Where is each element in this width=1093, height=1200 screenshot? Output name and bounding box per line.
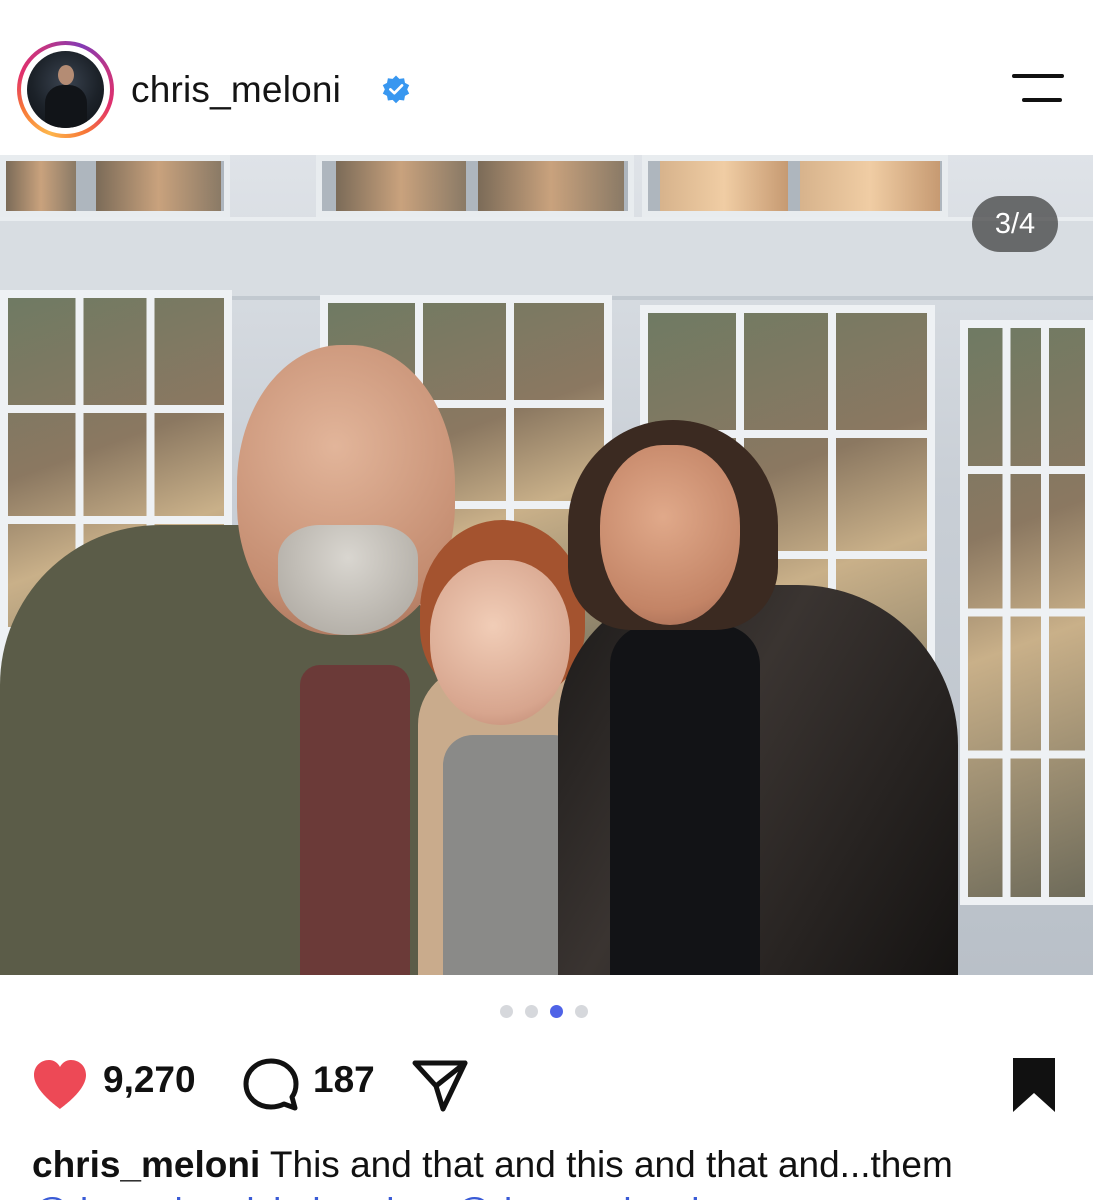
post-actions-bar: 9,270 187 xyxy=(0,1045,1093,1115)
comments-count[interactable]: 187 xyxy=(313,1059,375,1101)
transom-window xyxy=(642,155,948,217)
caption-username[interactable]: chris_meloni xyxy=(32,1144,260,1185)
person-left-beard xyxy=(278,525,418,635)
carousel-dot[interactable] xyxy=(500,1005,513,1018)
avatar-figure-suit xyxy=(45,85,87,128)
header-username[interactable]: chris_meloni xyxy=(131,69,341,111)
person-middle-head xyxy=(430,560,570,725)
hamburger-menu-icon[interactable] xyxy=(1012,74,1064,104)
person-right-sweater xyxy=(610,625,760,975)
share-icon[interactable] xyxy=(410,1057,470,1113)
porch-beam xyxy=(0,217,1093,300)
porch-window xyxy=(960,320,1093,905)
heart-icon[interactable] xyxy=(30,1057,90,1113)
post-header: chris_meloni xyxy=(0,0,1093,155)
likes-count[interactable]: 9,270 xyxy=(103,1059,196,1101)
post-caption: chris_meloni This and that and this and … xyxy=(32,1143,1072,1187)
caption-mentions[interactable]: @therealmariskahargitay @dawnmdowd... xyxy=(32,1190,1072,1200)
avatar-figure-head xyxy=(58,65,74,85)
carousel-dot-active[interactable] xyxy=(550,1005,563,1018)
transom-window xyxy=(316,155,634,217)
carousel-counter-badge: 3/4 xyxy=(972,196,1058,252)
avatar[interactable] xyxy=(27,51,104,128)
verified-badge-icon xyxy=(382,75,410,104)
person-right-head xyxy=(600,445,740,625)
transom-window xyxy=(0,155,230,217)
comment-icon[interactable] xyxy=(243,1057,299,1113)
profile-avatar-story-ring[interactable] xyxy=(17,41,114,138)
carousel-dot[interactable] xyxy=(525,1005,538,1018)
bookmark-icon[interactable] xyxy=(1010,1055,1058,1115)
avatar-ring-gap xyxy=(21,45,110,134)
caption-text: This and that and this and that and...th… xyxy=(269,1144,953,1185)
carousel-dot[interactable] xyxy=(575,1005,588,1018)
person-left-shirt xyxy=(300,665,410,975)
post-photo[interactable] xyxy=(0,155,1093,975)
